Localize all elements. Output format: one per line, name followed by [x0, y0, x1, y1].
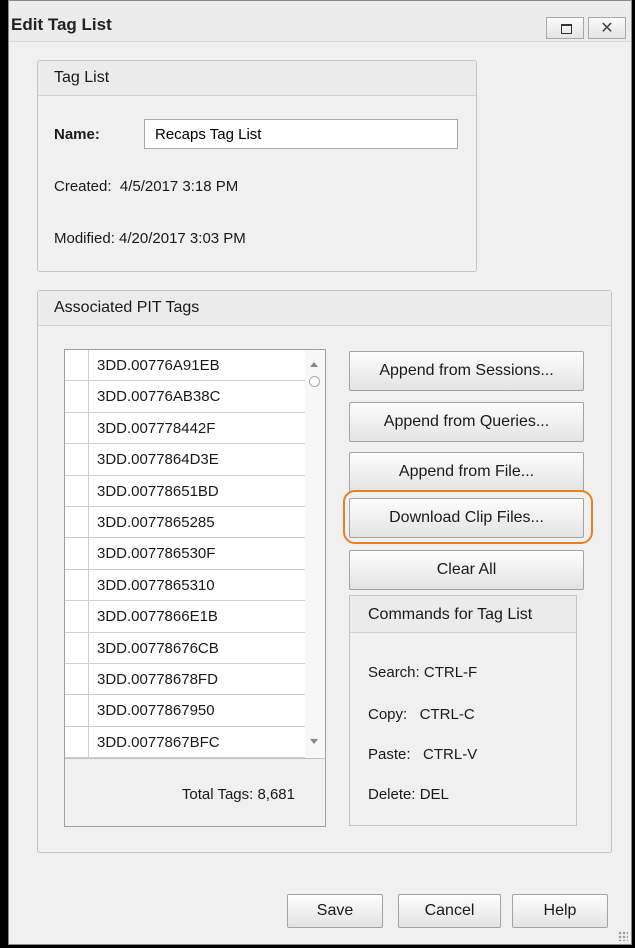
- pit-tag-rows: 3DD.00776A91EB 3DD.00776AB38C 3DD.00777844…: [65, 350, 305, 758]
- table-row[interactable]: 3DD.0077864D3E: [65, 444, 305, 476]
- maximize-icon: [561, 24, 572, 34]
- row-selector[interactable]: [65, 726, 89, 758]
- commands-box: Commands for Tag List Search: CTRL-F Cop…: [349, 595, 577, 826]
- tag-id: 3DD.0077866E1B: [97, 608, 218, 626]
- table-row[interactable]: 3DD.007778442F: [65, 412, 305, 445]
- scroll-thumb[interactable]: [309, 376, 320, 387]
- close-icon: ✕: [600, 18, 614, 37]
- name-input[interactable]: [144, 119, 458, 149]
- row-selector[interactable]: [65, 475, 89, 506]
- tag-id: 3DD.0077867BFC: [97, 733, 220, 751]
- table-row[interactable]: 3DD.0077865310: [65, 569, 305, 602]
- associated-pit-tags-group: Associated PIT Tags 3DD.00776A91EB 3DD.00…: [37, 290, 612, 853]
- edit-tag-list-window: Edit Tag List ✕ Tag List Name: Created: …: [8, 0, 632, 945]
- tag-id: 3DD.0077865285: [97, 513, 215, 531]
- tag-list-group: Tag List Name: Created: 4/5/2017 3:18 PM…: [37, 60, 477, 272]
- row-selector[interactable]: [65, 695, 89, 726]
- tag-id: 3DD.0077865310: [97, 576, 215, 594]
- maximize-button[interactable]: [546, 17, 584, 39]
- tag-id: 3DD.007786530F: [97, 545, 216, 563]
- table-row[interactable]: 3DD.0077866E1B: [65, 601, 305, 633]
- tag-id: 3DD.00776AB38C: [97, 388, 221, 406]
- commands-title: Commands for Tag List: [368, 606, 533, 623]
- table-row[interactable]: 3DD.0077867BFC: [65, 726, 305, 758]
- row-selector[interactable]: [65, 412, 89, 444]
- table-row[interactable]: 3DD.00776AB38C: [65, 381, 305, 413]
- clear-all-button[interactable]: Clear All: [349, 550, 584, 590]
- scroll-up-icon[interactable]: [310, 362, 318, 367]
- save-button[interactable]: Save: [287, 894, 383, 928]
- tag-id: 3DD.00778678FD: [97, 670, 218, 688]
- command-search: Search: CTRL-F: [368, 664, 478, 681]
- cancel-button[interactable]: Cancel: [398, 894, 501, 928]
- table-row[interactable]: 3DD.0077865285: [65, 506, 305, 539]
- help-button[interactable]: Help: [512, 894, 608, 928]
- command-copy: Copy: CTRL-C: [368, 706, 475, 723]
- command-delete: Delete: DEL: [368, 786, 449, 803]
- row-selector[interactable]: [65, 601, 89, 632]
- tag-id: 3DD.00778676CB: [97, 639, 219, 657]
- tag-list-group-header: Tag List: [38, 61, 476, 96]
- row-selector[interactable]: [65, 350, 89, 381]
- title-bar: Edit Tag List ✕: [9, 1, 631, 42]
- commands-header: Commands for Tag List: [350, 596, 576, 633]
- table-row[interactable]: 3DD.00778678FD: [65, 663, 305, 696]
- created-text: Created: 4/5/2017 3:18 PM: [54, 178, 239, 195]
- close-button[interactable]: ✕: [588, 17, 626, 39]
- scroll-down-icon[interactable]: [310, 739, 318, 744]
- append-from-queries-button[interactable]: Append from Queries...: [349, 402, 584, 442]
- name-label: Name:: [54, 126, 100, 143]
- window-title: Edit Tag List: [11, 15, 112, 34]
- tag-id: 3DD.00776A91EB: [97, 357, 220, 374]
- row-selector[interactable]: [65, 444, 89, 475]
- tag-list-group-title: Tag List: [54, 69, 110, 86]
- tag-id: 3DD.0077864D3E: [97, 451, 219, 469]
- resize-grip-icon[interactable]: [618, 931, 628, 941]
- row-selector[interactable]: [65, 569, 89, 601]
- row-selector[interactable]: [65, 632, 89, 663]
- tag-id: 3DD.00778651BD: [97, 482, 219, 500]
- command-paste: Paste: CTRL-V: [368, 746, 478, 763]
- modified-text: Modified: 4/20/2017 3:03 PM: [54, 230, 246, 247]
- highlight-outline: [343, 490, 593, 544]
- table-row[interactable]: 3DD.007786530F: [65, 538, 305, 570]
- table-row[interactable]: 3DD.00778676CB: [65, 632, 305, 664]
- append-from-file-button[interactable]: Append from File...: [349, 452, 584, 492]
- tag-id: 3DD.0077867950: [97, 702, 215, 720]
- vertical-scrollbar[interactable]: [305, 350, 325, 758]
- append-from-sessions-button[interactable]: Append from Sessions...: [349, 351, 584, 391]
- list-footer: Total Tags: 8,681: [65, 758, 325, 826]
- row-selector[interactable]: [65, 538, 89, 569]
- table-row[interactable]: 3DD.00778651BD: [65, 475, 305, 507]
- pit-group-title: Associated PIT Tags: [54, 299, 200, 316]
- pit-group-header: Associated PIT Tags: [38, 291, 611, 326]
- table-row[interactable]: 3DD.00776A91EB: [65, 350, 305, 382]
- row-selector[interactable]: [65, 663, 89, 695]
- table-row[interactable]: 3DD.0077867950: [65, 695, 305, 727]
- row-selector[interactable]: [65, 506, 89, 538]
- tag-id: 3DD.007778442F: [97, 419, 216, 437]
- pit-tag-list[interactable]: 3DD.00776A91EB 3DD.00776AB38C 3DD.00777844…: [64, 349, 326, 827]
- total-tags-text: Total Tags: 8,681: [181, 786, 295, 803]
- row-selector[interactable]: [65, 381, 89, 412]
